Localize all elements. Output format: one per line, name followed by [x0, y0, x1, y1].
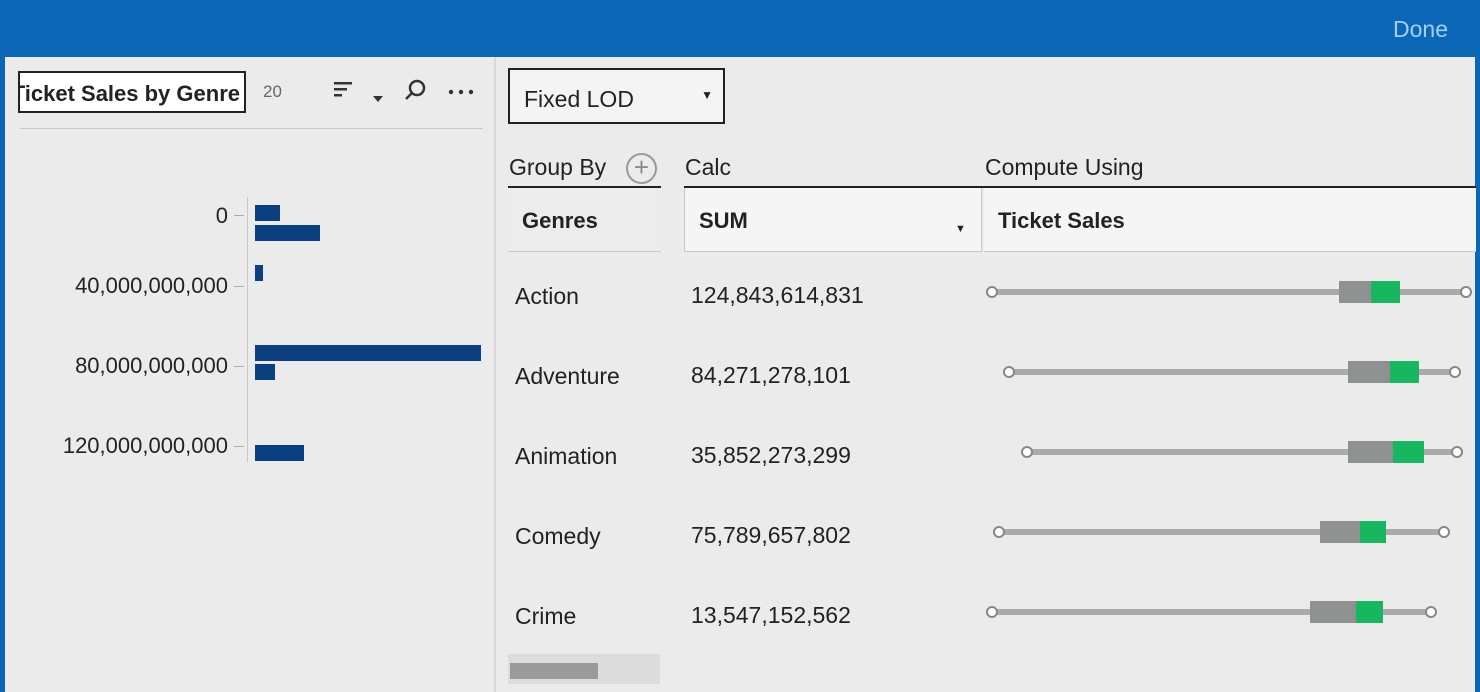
field-name-text[interactable]: Ticket Sales by Genre: [20, 81, 240, 106]
compute-using-header: Compute Using: [985, 154, 1144, 180]
tick-mark-1: [234, 286, 244, 287]
done-button[interactable]: Done: [1393, 16, 1448, 43]
chart-bar[interactable]: [255, 265, 263, 281]
tick-label-3: 120,000,000,000: [62, 433, 228, 458]
group-by-field[interactable]: Genres: [508, 188, 661, 252]
chart-bar[interactable]: [255, 345, 481, 361]
slider-max-handle[interactable]: [1438, 526, 1450, 538]
slider-range-box: [1348, 441, 1393, 463]
search-icon[interactable]: [403, 78, 427, 108]
chevron-down-icon: ▼: [701, 88, 713, 102]
genre-label: Animation: [515, 443, 618, 469]
chart-bar[interactable]: [255, 225, 320, 241]
value-count: 20: [263, 82, 282, 101]
calc-type-dropdown[interactable]: Fixed LOD ▼: [508, 68, 725, 124]
tick-mark-3: [234, 446, 244, 447]
tick-mark-2: [234, 366, 244, 367]
calc-value: 124,843,614,831: [691, 282, 864, 308]
scrollbar-thumb[interactable]: [510, 663, 598, 679]
tick-label-2: 80,000,000,000: [75, 353, 228, 378]
chevron-down-icon[interactable]: ▼: [955, 223, 966, 235]
slider-max-handle[interactable]: [1425, 606, 1437, 618]
genre-label: Adventure: [515, 363, 620, 389]
tick-mark-0: [234, 215, 244, 216]
sort-icon[interactable]: [332, 78, 354, 106]
slider-value-box: [1360, 521, 1386, 543]
calc-value: 35,852,273,299: [691, 442, 851, 468]
genre-label: Action: [515, 283, 579, 309]
group-by-header: Group By: [509, 154, 607, 180]
slider-value-box: [1371, 281, 1400, 303]
aggregation-dropdown[interactable]: SUM: [684, 188, 982, 252]
toolbar-separator: [20, 128, 483, 129]
chart-bar[interactable]: [255, 205, 280, 221]
slider-value-box: [1390, 361, 1419, 383]
slider-value-box: [1393, 441, 1424, 463]
slider-min-handle[interactable]: [986, 606, 998, 618]
slider-min-handle[interactable]: [986, 286, 998, 298]
genre-label: Comedy: [515, 523, 601, 549]
tick-label-0: 0: [215, 203, 228, 228]
slider-max-handle[interactable]: [1460, 286, 1472, 298]
title-bar: Done: [0, 0, 1480, 57]
aggregation-label: SUM: [699, 208, 748, 233]
pane-divider[interactable]: [494, 57, 496, 692]
genre-label: Crime: [515, 603, 577, 629]
slider-max-handle[interactable]: [1451, 446, 1463, 458]
slider-value-box: [1356, 601, 1383, 623]
horizontal-scrollbar[interactable]: [508, 654, 660, 684]
slider-range-box: [1320, 521, 1360, 543]
chevron-down-icon[interactable]: [372, 84, 384, 110]
slider-max-handle[interactable]: [1449, 366, 1461, 378]
compute-using-field[interactable]: Ticket Sales: [984, 188, 1476, 252]
tick-label-1: 40,000,000,000: [75, 273, 228, 298]
slider-min-handle[interactable]: [1003, 366, 1015, 378]
chart-bar[interactable]: [255, 364, 275, 380]
add-group-by-button[interactable]: +: [626, 153, 657, 184]
calc-value: 84,271,278,101: [691, 362, 851, 388]
slider-min-handle[interactable]: [993, 526, 1005, 538]
field-name-input[interactable]: Ticket Sales by Genre: [18, 71, 246, 113]
chart-bar[interactable]: [255, 445, 304, 461]
calc-header: Calc: [685, 154, 732, 180]
chart-axis-line: [247, 197, 248, 462]
calc-type-label: Fixed LOD: [524, 86, 634, 112]
calc-value: 13,547,152,562: [691, 602, 851, 628]
slider-range-box: [1310, 601, 1356, 623]
more-icon[interactable]: [447, 80, 475, 106]
slider-min-handle[interactable]: [1021, 446, 1033, 458]
slider-range-box: [1348, 361, 1390, 383]
slider-range-box: [1339, 281, 1371, 303]
calc-value: 75,789,657,802: [691, 522, 851, 548]
